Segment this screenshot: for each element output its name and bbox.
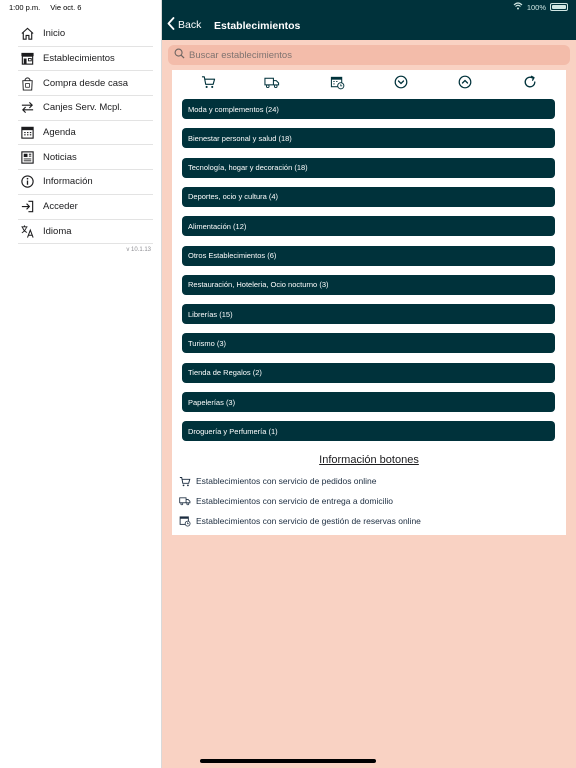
category-button[interactable]: Turismo (3) [182, 333, 555, 354]
sidebar-item-inicio[interactable]: Inicio [18, 22, 153, 47]
exchange-arrows-icon [18, 99, 36, 117]
category-button[interactable]: Librerías (15) [182, 304, 555, 325]
chevron-up-circle-icon[interactable] [457, 74, 473, 90]
status-indicators: 100% [513, 2, 568, 12]
battery-icon [550, 3, 568, 11]
calendar-clock-icon [179, 515, 191, 527]
sidebar-item-label: Idioma [43, 225, 72, 237]
chevron-left-icon [167, 17, 178, 33]
info-title: Información botones [319, 454, 419, 466]
shopping-bag-icon [18, 74, 36, 92]
main-content: Back Establecimientos Buscar establecimi… [162, 0, 576, 768]
chevron-down-circle-icon[interactable] [393, 74, 409, 90]
category-button[interactable]: Papelerías (3) [182, 392, 555, 412]
refresh-icon[interactable] [522, 74, 538, 90]
newspaper-icon [18, 148, 36, 166]
category-button[interactable]: Deportes, ocio y cultura (4) [182, 186, 555, 207]
login-icon [18, 198, 36, 216]
translate-icon [18, 222, 36, 240]
sidebar-item-label: Noticias [43, 151, 77, 163]
category-button[interactable]: Moda y complementos (24) [182, 99, 555, 119]
delivery-truck-icon [179, 495, 191, 507]
legend-text: Establecimientos con servicio de entrega… [196, 496, 394, 506]
action-toolbar [172, 74, 566, 90]
sidebar-item-establecimientos[interactable]: Establecimientos [18, 47, 153, 72]
cart-icon [179, 475, 191, 487]
sidebar-menu: Inicio Establecimientos Compra desde cas… [18, 22, 153, 245]
battery-percentage: 100% [526, 2, 546, 12]
delivery-truck-icon[interactable] [264, 74, 280, 90]
legend-row: Establecimientos con servicio de entrega… [179, 495, 393, 507]
calendar-clock-icon[interactable] [329, 74, 345, 90]
back-button[interactable]: Back [167, 17, 201, 33]
sidebar-item-compra-desde-casa[interactable]: Compra desde casa [18, 71, 153, 97]
establishments-card: Moda y complementos (24) Bienestar perso… [172, 70, 566, 535]
storefront-icon [18, 50, 36, 68]
page-title: Establecimientos [214, 20, 301, 32]
legend-row: Establecimientos con servicio de gestión… [179, 515, 421, 527]
sidebar-item-label: Agenda [43, 127, 76, 139]
category-button[interactable]: Restauración, Hoteleria, Ocio nocturno (… [182, 274, 555, 295]
sidebar: Inicio Establecimientos Compra desde cas… [0, 0, 162, 768]
legend-text: Establecimientos con servicio de gestión… [196, 516, 421, 526]
version-label: v 10.1.13 [126, 247, 151, 253]
category-button[interactable]: Alimentación (12) [182, 216, 555, 237]
sidebar-item-canjes[interactable]: Canjes Serv. Mcpl. [18, 96, 153, 121]
category-button[interactable]: Otros Establecimientos (6) [182, 245, 555, 266]
info-icon [18, 173, 36, 191]
category-button[interactable]: Bienestar personal y salud (18) [182, 128, 555, 149]
sidebar-item-label: Establecimientos [43, 53, 115, 65]
category-button[interactable]: Tienda de Regalos (2) [182, 362, 555, 383]
status-date: Vie oct. 6 [50, 2, 82, 12]
search-bar[interactable] [168, 45, 570, 65]
search-input[interactable] [189, 49, 559, 61]
legend-row: Establecimientos con servicio de pedidos… [179, 475, 377, 487]
sidebar-item-label: Canjes Serv. Mcpl. [43, 102, 123, 114]
sidebar-item-agenda[interactable]: Agenda [18, 121, 153, 146]
sidebar-item-idioma[interactable]: Idioma [18, 220, 153, 245]
sidebar-item-label: Acceder [43, 201, 78, 213]
sidebar-item-label: Información [43, 176, 93, 188]
status-bar: 1:00 p.m. Vie oct. 6 100% [0, 0, 576, 14]
cart-icon[interactable] [200, 74, 216, 90]
sidebar-item-noticias[interactable]: Noticias [18, 145, 153, 171]
back-label: Back [178, 19, 202, 31]
wifi-icon [513, 2, 523, 12]
status-time: 1:00 p.m. [9, 2, 41, 12]
sidebar-item-informacion[interactable]: Información [18, 170, 153, 195]
search-icon [174, 46, 185, 64]
category-button[interactable]: Tecnología, hogar y decoración (18) [182, 157, 555, 178]
category-button[interactable]: Droguería y Perfumería (1) [182, 421, 555, 442]
legend-text: Establecimientos con servicio de pedidos… [196, 476, 377, 486]
sidebar-item-acceder[interactable]: Acceder [18, 195, 153, 220]
home-icon [18, 25, 36, 43]
home-indicator[interactable] [200, 759, 376, 763]
sidebar-item-label: Inicio [43, 28, 66, 40]
calendar-icon [18, 124, 36, 142]
sidebar-item-label: Compra desde casa [43, 77, 129, 89]
